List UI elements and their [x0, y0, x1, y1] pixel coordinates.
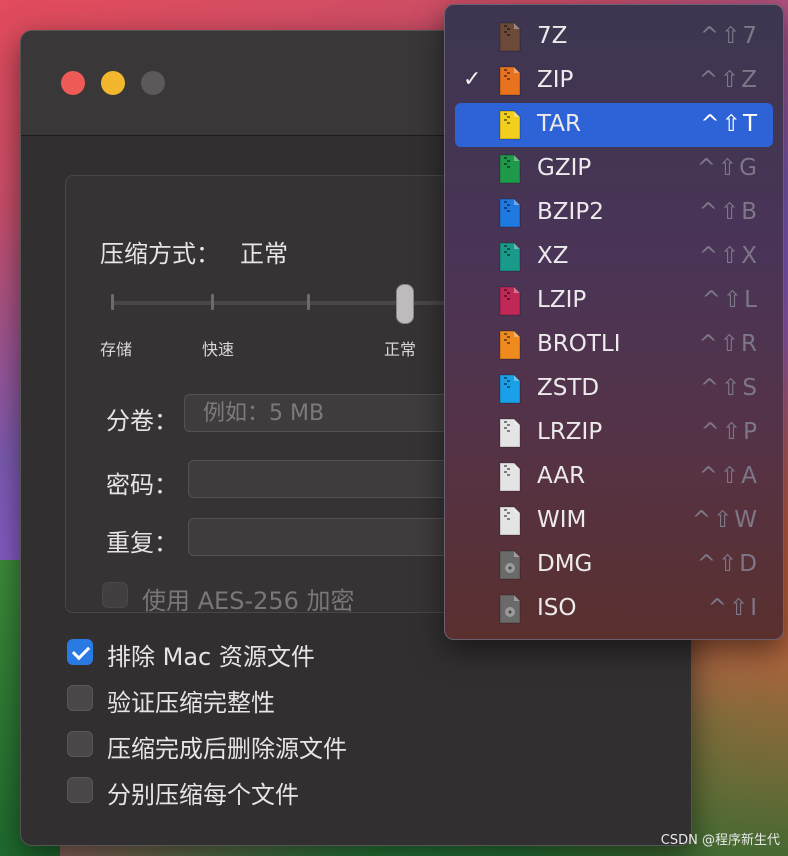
menu-item-shortcut: ^⇧X — [698, 243, 759, 269]
menu-item-label: BROTLI — [537, 331, 621, 357]
menu-item-shortcut: ^⇧7 — [699, 23, 759, 49]
archive-file-icon — [499, 418, 521, 448]
slider-tick — [211, 294, 214, 310]
settings-group: 压缩方式： 正常 存储 快速 正常 分卷： 例如：5 MB 密码： 重复： 使用… — [65, 175, 514, 615]
menu-item-label: DMG — [537, 551, 593, 577]
verify-integrity-checkbox[interactable] — [67, 685, 93, 711]
close-button[interactable] — [61, 71, 85, 95]
archive-file-icon — [499, 462, 521, 492]
menu-item-label: ZIP — [537, 67, 574, 93]
menu-item-aar[interactable]: AAR ^⇧A — [455, 455, 773, 499]
menu-item-shortcut: ^⇧I — [707, 595, 759, 621]
menu-item-zstd[interactable]: ZSTD ^⇧S — [455, 367, 773, 411]
menu-item-shortcut: ^⇧L — [701, 287, 759, 313]
menu-item-shortcut: ^⇧S — [699, 375, 759, 401]
slider-label-store: 存储 — [100, 340, 133, 359]
menu-item-label: BZIP2 — [537, 199, 604, 225]
menu-item-gzip[interactable]: GZIP ^⇧G — [455, 147, 773, 191]
slider-tick — [111, 294, 114, 310]
slider-label-fast: 快速 — [202, 340, 235, 359]
delete-source-checkbox[interactable] — [67, 731, 93, 757]
compression-slider-knob[interactable] — [396, 284, 414, 324]
archive-file-icon — [499, 110, 521, 140]
archive-file-icon — [499, 550, 521, 580]
slider-label-normal: 正常 — [384, 340, 417, 359]
menu-item-shortcut: ^⇧D — [696, 551, 759, 577]
archive-file-icon — [499, 506, 521, 536]
menu-item-7z[interactable]: 7Z ^⇧7 — [455, 15, 773, 59]
menu-item-label: AAR — [537, 463, 586, 489]
archive-file-icon — [499, 198, 521, 228]
archive-file-icon — [499, 594, 521, 624]
archive-file-icon — [499, 154, 521, 184]
menu-item-bzip2[interactable]: BZIP2 ^⇧B — [455, 191, 773, 235]
menu-item-wim[interactable]: WIM ^⇧W — [455, 499, 773, 543]
menu-item-label: LRZIP — [537, 419, 603, 445]
menu-item-dmg[interactable]: DMG ^⇧D — [455, 543, 773, 587]
menu-item-label: ISO — [537, 595, 577, 621]
menu-item-label: LZIP — [537, 287, 587, 313]
minimize-button[interactable] — [101, 71, 125, 95]
aes-label: 使用 AES-256 加密 — [142, 587, 355, 615]
slider-tick — [307, 294, 310, 310]
split-label: 分卷： — [106, 407, 178, 435]
menu-item-shortcut: ^⇧G — [696, 155, 759, 181]
menu-item-zip[interactable]: ✓ ZIP ^⇧Z — [455, 59, 773, 103]
checkmark-icon: ✓ — [463, 67, 482, 92]
compress-separately-checkbox[interactable] — [67, 777, 93, 803]
archive-file-icon — [499, 374, 521, 404]
menu-item-label: TAR — [537, 111, 581, 137]
compression-value: 正常 — [240, 240, 288, 268]
archive-file-icon — [499, 242, 521, 272]
verify-integrity-label: 验证压缩完整性 — [107, 689, 275, 717]
delete-source-label: 压缩完成后删除源文件 — [107, 735, 347, 763]
password-label: 密码： — [106, 471, 178, 499]
exclude-mac-resources-label: 排除 Mac 资源文件 — [107, 643, 315, 671]
menu-item-label: WIM — [537, 507, 587, 533]
menu-item-shortcut: ^⇧R — [698, 331, 759, 357]
menu-item-shortcut: ^⇧W — [691, 507, 759, 533]
menu-item-shortcut: ^⇧Z — [698, 67, 759, 93]
compress-separately-label: 分别压缩每个文件 — [107, 781, 299, 809]
menu-item-shortcut: ^⇧B — [698, 199, 759, 225]
menu-item-lzip[interactable]: LZIP ^⇧L — [455, 279, 773, 323]
archive-file-icon — [499, 330, 521, 360]
menu-item-label: ZSTD — [537, 375, 600, 401]
menu-item-iso[interactable]: ISO ^⇧I — [455, 587, 773, 631]
exclude-mac-resources-checkbox[interactable] — [67, 639, 93, 665]
menu-item-shortcut: ^⇧A — [698, 463, 759, 489]
watermark: CSDN @程序新生代 — [660, 833, 780, 848]
menu-item-label: XZ — [537, 243, 569, 269]
archive-file-icon — [499, 22, 521, 52]
menu-item-label: GZIP — [537, 155, 592, 181]
menu-item-label: 7Z — [537, 23, 568, 49]
archive-file-icon — [499, 286, 521, 316]
zoom-button[interactable] — [141, 71, 165, 95]
menu-item-shortcut: ^⇧T — [700, 111, 759, 137]
menu-item-xz[interactable]: XZ ^⇧X — [455, 235, 773, 279]
aes-checkbox[interactable] — [102, 582, 128, 608]
compression-label: 压缩方式： — [100, 240, 220, 268]
menu-item-tar[interactable]: TAR ^⇧T — [455, 103, 773, 147]
menu-item-lrzip[interactable]: LRZIP ^⇧P — [455, 411, 773, 455]
repeat-label: 重复： — [106, 529, 178, 557]
archive-file-icon — [499, 66, 521, 96]
compression-slider-track[interactable] — [112, 301, 492, 305]
menu-item-brotli[interactable]: BROTLI ^⇧R — [455, 323, 773, 367]
menu-item-shortcut: ^⇧P — [700, 419, 759, 445]
format-menu: 7Z ^⇧7 ✓ ZIP ^⇧Z TAR ^⇧T GZIP ^⇧G BZIP2 ^⇧B XZ ^⇧X LZ… — [444, 4, 784, 640]
